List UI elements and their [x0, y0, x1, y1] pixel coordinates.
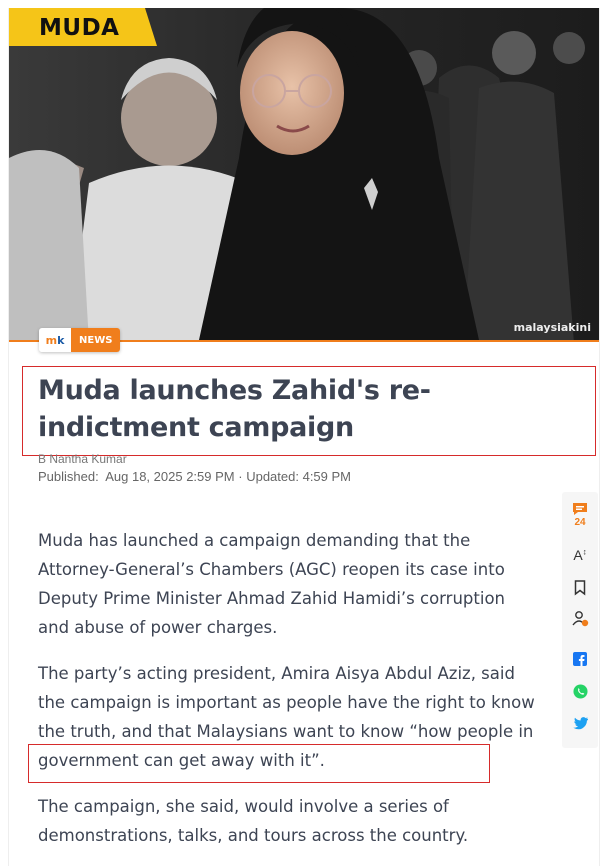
comments-button[interactable]: 24 — [562, 502, 598, 528]
article-meta: Published: Aug 18, 2025 2:59 PM · Update… — [38, 469, 351, 484]
bookmark-icon — [574, 580, 586, 596]
facebook-icon — [573, 652, 587, 666]
muda-tag-label: MUDA — [39, 15, 120, 41]
news-badge[interactable]: mk NEWS — [39, 328, 121, 352]
mk-logo: mk — [39, 328, 71, 352]
author-name[interactable]: B Nantha Kumar — [38, 452, 127, 466]
font-size-button[interactable]: A↕ — [562, 547, 598, 563]
bookmark-button[interactable] — [562, 580, 598, 596]
updated-time: 4:59 PM — [302, 469, 352, 484]
published-date: Aug 18, 2025 2:59 PM — [105, 469, 235, 484]
updated-label: Updated: — [246, 469, 299, 484]
news-label: NEWS — [71, 328, 121, 352]
title-highlight-box — [22, 366, 596, 456]
font-size-icon: A↕ — [573, 547, 587, 563]
user-follow-icon — [572, 611, 589, 627]
paragraph: The campaign, she said, would involve a … — [38, 797, 469, 845]
share-whatsapp-button[interactable] — [562, 684, 598, 699]
meta-separator: · — [238, 469, 243, 484]
quote-highlight-box — [28, 744, 490, 783]
article-toolbar: 24 A↕ — [562, 492, 598, 748]
twitter-icon — [573, 717, 588, 730]
share-facebook-button[interactable] — [562, 652, 598, 666]
hero-photo — [9, 8, 599, 340]
follow-author-button[interactable] — [562, 610, 598, 628]
malaysiakini-watermark: malaysiakini — [513, 321, 591, 334]
published-label: Published: — [38, 469, 99, 484]
hero-image: MUDA malaysiakini — [9, 8, 599, 340]
paragraph: Muda has launched a campaign demanding t… — [38, 531, 505, 637]
comment-icon — [573, 503, 587, 515]
share-twitter-button[interactable] — [562, 717, 598, 730]
article-body: Muda has launched a campaign demanding t… — [38, 526, 538, 867]
article-card: MUDA malaysiakini mk NEWS Muda launches … — [8, 8, 600, 866]
comment-count: 24 — [574, 517, 586, 528]
whatsapp-icon — [572, 684, 588, 699]
